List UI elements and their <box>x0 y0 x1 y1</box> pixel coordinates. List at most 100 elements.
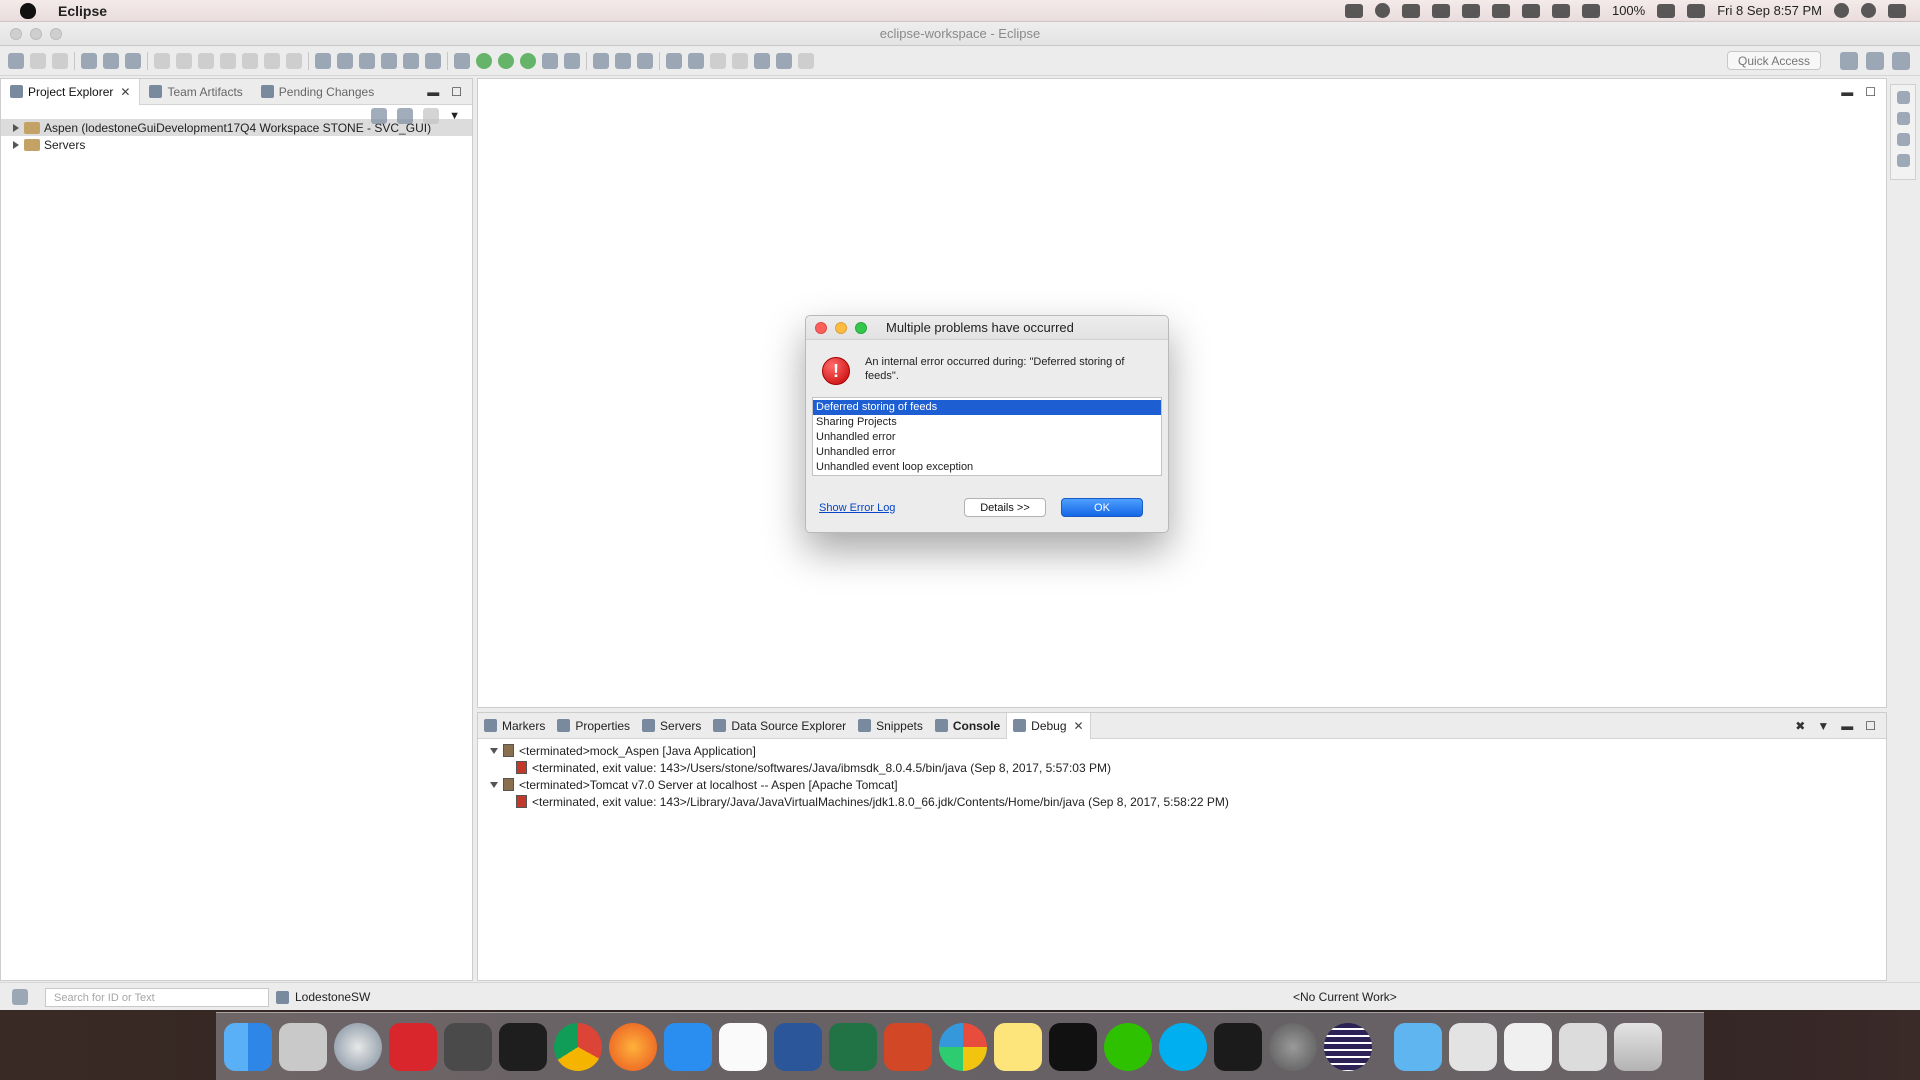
expand-arrow-icon[interactable] <box>13 140 19 149</box>
minimize-icon[interactable]: ▬ <box>427 85 439 99</box>
calculator-icon[interactable] <box>279 1022 327 1071</box>
wechat-dock-icon[interactable] <box>1104 1022 1152 1071</box>
current-work-label[interactable]: <No Current Work> <box>1293 990 1397 1004</box>
remove-terminated-icon[interactable]: ✖ <box>1795 719 1805 733</box>
palette-icon[interactable] <box>1896 154 1910 167</box>
view-menu-icon[interactable]: ▼ <box>449 110 460 122</box>
tab-team-artifacts[interactable]: Team Artifacts <box>140 79 251 105</box>
flag-icon[interactable] <box>1687 3 1706 18</box>
debug-perspective-icon[interactable] <box>1892 52 1910 70</box>
tab-debug[interactable]: Debug ✕ <box>1006 712 1091 739</box>
open-task-icon[interactable] <box>615 52 631 69</box>
terminal-icon[interactable] <box>499 1022 547 1071</box>
new-server-icon[interactable] <box>542 52 558 69</box>
team-icon[interactable] <box>81 52 97 69</box>
repository-connection[interactable]: LodestoneSW <box>276 990 370 1004</box>
previous-annotation-icon[interactable] <box>732 52 748 69</box>
sublime-text-icon[interactable] <box>444 1022 492 1071</box>
downloads-folder-icon[interactable] <box>1394 1022 1442 1071</box>
collapse-arrow-icon[interactable] <box>490 747 498 754</box>
maximize-icon[interactable]: ☐ <box>1865 719 1876 733</box>
outline-icon[interactable] <box>1896 112 1910 125</box>
next-annotation-icon[interactable] <box>710 52 726 69</box>
minimize-icon[interactable]: ▬ <box>1841 85 1853 99</box>
step-return-icon[interactable] <box>286 52 302 69</box>
save-all-icon[interactable] <box>52 52 68 69</box>
new-class-icon[interactable] <box>564 52 580 69</box>
expand-arrow-icon[interactable] <box>13 123 19 132</box>
tab-pending-changes[interactable]: Pending Changes <box>252 79 383 105</box>
tab-servers[interactable]: Servers <box>636 713 707 739</box>
menubar-clock[interactable]: Fri 8 Sep 8:57 PM <box>1717 3 1822 18</box>
step-into-icon[interactable] <box>242 52 258 69</box>
screenshot-stack-icon[interactable] <box>1449 1022 1497 1071</box>
tab-console[interactable]: Console <box>929 713 1006 739</box>
work-items-icon[interactable] <box>12 989 28 1005</box>
tab-project-explorer[interactable]: Project Explorer ✕ <box>1 78 141 105</box>
messages-icon[interactable] <box>664 1022 712 1071</box>
open-perspective-icon[interactable] <box>1840 52 1858 70</box>
siri-icon[interactable] <box>1861 3 1876 18</box>
app-menu-name[interactable]: Eclipse <box>58 3 107 19</box>
wand-icon[interactable] <box>337 52 353 69</box>
dialog-minimize-button[interactable] <box>835 322 847 334</box>
wifi-icon[interactable] <box>1551 3 1570 18</box>
tab-data-source-explorer[interactable]: Data Source Explorer <box>707 713 852 739</box>
problem-list-item[interactable]: Unhandled event loop exception <box>813 460 1161 475</box>
details-button[interactable]: Details >> <box>964 498 1046 517</box>
coverage-icon[interactable] <box>498 52 514 69</box>
disconnect-icon[interactable] <box>220 52 236 69</box>
battery-icon[interactable] <box>1657 3 1676 18</box>
maximize-icon[interactable]: ☐ <box>451 85 462 99</box>
dialog-zoom-button[interactable] <box>855 322 867 334</box>
close-icon[interactable]: ✕ <box>1074 719 1084 733</box>
work-item-search-input[interactable] <box>45 988 269 1007</box>
skip-breakpoints-icon[interactable] <box>125 52 141 69</box>
minimize-icon[interactable]: ▬ <box>1841 719 1853 733</box>
word-icon[interactable] <box>774 1022 822 1071</box>
terminate-icon[interactable] <box>198 52 214 69</box>
tab-markers[interactable]: Markers <box>478 713 551 739</box>
debug-icon[interactable] <box>454 52 470 69</box>
link-with-editor-icon[interactable] <box>397 108 414 124</box>
task-icon[interactable] <box>103 52 119 69</box>
new-icon[interactable] <box>8 52 24 69</box>
editor-area[interactable]: ▬ ☐ <box>477 78 1887 708</box>
bluetooth-icon[interactable] <box>1491 3 1510 18</box>
restore-icon[interactable] <box>1896 91 1910 104</box>
skype-icon[interactable] <box>1159 1022 1207 1071</box>
trash-icon[interactable] <box>1614 1022 1662 1071</box>
java-ee-perspective-icon[interactable] <box>1866 52 1884 70</box>
console-icon[interactable] <box>381 52 397 69</box>
external-tools-icon[interactable] <box>520 52 536 69</box>
back-icon[interactable] <box>776 52 792 69</box>
spotlight-search-icon[interactable] <box>1834 3 1849 18</box>
tree-item-servers[interactable]: Servers <box>1 136 472 153</box>
keyboard-icon[interactable] <box>1521 3 1540 18</box>
focus-icon[interactable] <box>423 108 440 124</box>
search-tool-icon[interactable] <box>637 52 653 69</box>
step-over-icon[interactable] <box>264 52 280 69</box>
maximize-icon[interactable]: ☐ <box>1865 85 1876 99</box>
debug-process-row[interactable]: <terminated, exit value: 143>/Users/ston… <box>478 759 1886 776</box>
problem-list-item[interactable]: Unhandled error <box>813 430 1161 445</box>
debug-launch-row[interactable]: <terminated>Tomcat v7.0 Server at localh… <box>478 776 1886 793</box>
finder-icon[interactable] <box>224 1022 272 1071</box>
apple-menu-icon[interactable] <box>20 2 36 19</box>
close-icon[interactable]: ✕ <box>120 85 130 99</box>
excel-icon[interactable] <box>829 1022 877 1071</box>
youdao-icon[interactable] <box>389 1022 437 1071</box>
wechat-icon[interactable] <box>1401 3 1420 18</box>
dialog-close-button[interactable] <box>815 322 827 334</box>
exec-terminal-icon[interactable] <box>1049 1022 1097 1071</box>
notification-center-icon[interactable] <box>1888 3 1906 18</box>
tab-properties[interactable]: Properties <box>551 713 636 739</box>
run-icon[interactable] <box>476 52 492 69</box>
globe-icon[interactable] <box>666 52 682 69</box>
task-list-icon[interactable] <box>1896 133 1910 146</box>
quick-access-input[interactable] <box>1727 51 1821 70</box>
files-stack-icon[interactable] <box>1559 1022 1607 1071</box>
problem-list-item[interactable]: Deferred storing of feeds <box>813 400 1161 415</box>
format-icon[interactable] <box>315 52 331 69</box>
paint-icon[interactable] <box>425 52 441 69</box>
